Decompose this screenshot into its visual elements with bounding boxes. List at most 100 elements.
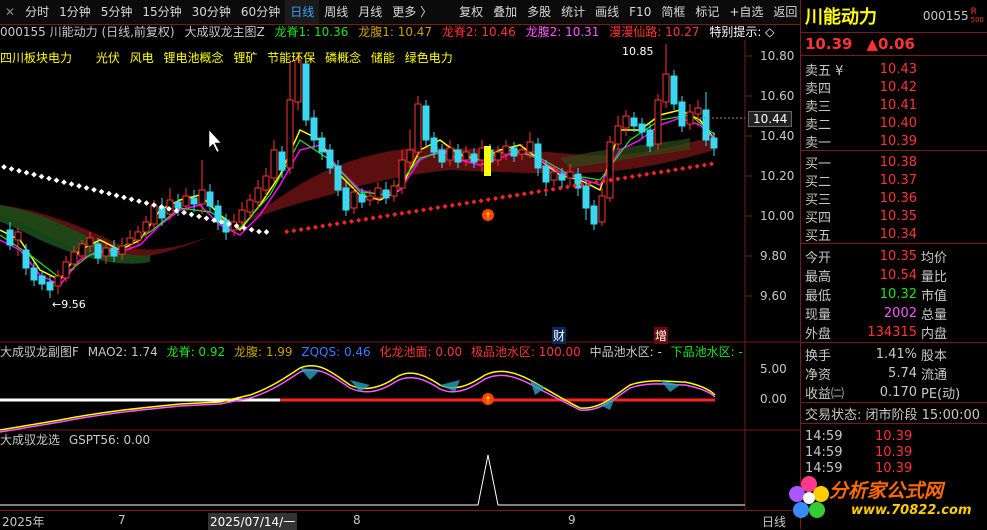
- order-row-sell1[interactable]: 卖一 10.39: [801, 132, 987, 151]
- close-icon[interactable]: ✕: [0, 0, 20, 24]
- chart-canvas[interactable]: ↑ ↑: [0, 0, 800, 529]
- order-row-buy1[interactable]: 买一 10.38: [801, 153, 987, 172]
- trail-dot: [320, 223, 326, 229]
- order-row-sell5[interactable]: 卖五 ¥ 10.43: [801, 60, 987, 79]
- tab-more[interactable]: 更多 〉: [387, 0, 437, 24]
- concept-tag[interactable]: 四川板块电力: [0, 51, 72, 65]
- draw-line-button[interactable]: 画线: [590, 0, 624, 24]
- trail-dot: [1, 164, 7, 170]
- simple-frame-button[interactable]: 简框: [656, 0, 690, 24]
- overlay-button[interactable]: 叠加: [488, 0, 522, 24]
- fuquan-button[interactable]: 复权: [454, 0, 488, 24]
- candle-body: [238, 209, 246, 223]
- quote-value: 1.41%: [875, 347, 917, 362]
- svg-text:↑: ↑: [484, 396, 492, 406]
- stock-name: 川能动力: [805, 7, 877, 28]
- tab-5min[interactable]: 5分钟: [96, 0, 138, 24]
- trail-dot: [363, 216, 369, 222]
- concept-tag[interactable]: 储能: [371, 51, 395, 65]
- trail-dot: [53, 177, 60, 184]
- candle-body: [582, 185, 590, 209]
- indicator-name[interactable]: 大成驭龙主图Z: [184, 25, 264, 39]
- order-row-buy4[interactable]: 买四 10.35: [801, 207, 987, 226]
- candle-body: [510, 147, 518, 157]
- tab-30min[interactable]: 30分钟: [187, 0, 236, 24]
- add-watchlist-button[interactable]: +自选: [724, 0, 768, 24]
- tick-time: 14:59: [805, 428, 843, 444]
- trail-dot: [248, 226, 255, 233]
- trail-dot: [370, 215, 376, 221]
- tab-15min[interactable]: 15分钟: [137, 0, 186, 24]
- trail-dot: [83, 185, 90, 191]
- candle-body: [70, 251, 78, 265]
- candle-body: [102, 247, 110, 257]
- f10-button[interactable]: F10: [624, 0, 656, 24]
- order-book-divider: 买一 10.38 买二 10.37 买三 10.36 买四 10.35 买五 10.34: [801, 150, 987, 244]
- quote-value: 10.35: [879, 249, 917, 264]
- concept-tag[interactable]: 光伏: [96, 51, 120, 65]
- candle-body: [446, 147, 454, 161]
- trail-dot: [485, 197, 491, 203]
- event-cai-marker[interactable]: 财: [552, 327, 567, 344]
- multi-stock-button[interactable]: 多股: [522, 0, 556, 24]
- candle-body: [670, 75, 678, 105]
- sub1-item-6: 中品池水区: -: [589, 345, 662, 359]
- concept-tag[interactable]: 锂矿: [233, 51, 257, 65]
- concept-tag[interactable]: 绿色电力: [405, 51, 453, 65]
- order-row-buy2[interactable]: 买二 10.37: [801, 171, 987, 190]
- trail-dot: [471, 199, 477, 205]
- sub2-title[interactable]: 大成驭龙选: [0, 433, 60, 447]
- tab-60min[interactable]: 60分钟: [236, 0, 285, 24]
- candle-body: [518, 149, 526, 155]
- order-label: 买四: [805, 210, 832, 226]
- candle-body: [566, 171, 574, 179]
- trail-dot: [284, 229, 290, 235]
- trail-dot: [305, 225, 311, 231]
- tab-fenshi[interactable]: 分时: [20, 0, 54, 24]
- trail-dot: [263, 229, 270, 235]
- trail-dot: [291, 228, 297, 234]
- order-row-buy3[interactable]: 买三 10.36: [801, 189, 987, 208]
- quote-row: 外盘 134315 内盘: [801, 323, 987, 342]
- event-zeng-marker[interactable]: 增: [654, 327, 669, 344]
- trail-dot: [385, 213, 390, 219]
- quote-label: 今开: [805, 251, 832, 266]
- candle-body: [254, 187, 262, 203]
- concept-tag[interactable]: 风电: [130, 51, 154, 65]
- info-item-0: 龙脊1: 10.36: [274, 25, 349, 39]
- tab-weekly[interactable]: 周线: [319, 0, 353, 24]
- quote-row: 最高 10.54 量比: [801, 266, 987, 285]
- order-row-sell3[interactable]: 卖三 10.41: [801, 96, 987, 115]
- stats-button[interactable]: 统计: [556, 0, 590, 24]
- quote-value: 0.170: [879, 385, 917, 400]
- candle-body: [318, 137, 326, 153]
- candle-body: [302, 63, 310, 121]
- back-button[interactable]: 返回: [768, 0, 802, 24]
- trail-dot: [68, 181, 75, 187]
- tab-daily[interactable]: 日线: [285, 0, 320, 24]
- trail-dot: [615, 176, 621, 182]
- tab-1min[interactable]: 1分钟: [54, 0, 96, 24]
- quote-label: 净资: [805, 368, 832, 383]
- candle-body: [638, 123, 646, 133]
- candle-body: [606, 141, 614, 199]
- concept-tag[interactable]: 节能环保: [267, 51, 315, 65]
- order-row-sell4[interactable]: 卖四 10.42: [801, 78, 987, 97]
- candle-body: [526, 141, 534, 153]
- order-row-buy5[interactable]: 买五 10.34: [801, 225, 987, 244]
- candle-body: [206, 191, 214, 207]
- candle-body: [686, 111, 694, 125]
- tab-monthly[interactable]: 月线: [353, 0, 387, 24]
- trail-dot: [31, 171, 37, 178]
- mark-button[interactable]: 标记: [690, 0, 724, 24]
- candle-body: [646, 129, 654, 147]
- sub1-title[interactable]: 大成驭龙副图F: [0, 345, 79, 359]
- info-item-4: 漫漫仙路: 10.27: [609, 25, 700, 39]
- order-row-sell2[interactable]: 卖二 10.40: [801, 114, 987, 133]
- info-item-2: 龙脊2: 10.46: [441, 25, 516, 39]
- candle-body: [118, 245, 126, 255]
- date-label: 7: [118, 513, 126, 527]
- concept-tag[interactable]: 锂电池概念: [164, 51, 224, 65]
- low-price-marker: ←9.56: [52, 298, 86, 311]
- concept-tag[interactable]: 磷概念: [325, 51, 361, 65]
